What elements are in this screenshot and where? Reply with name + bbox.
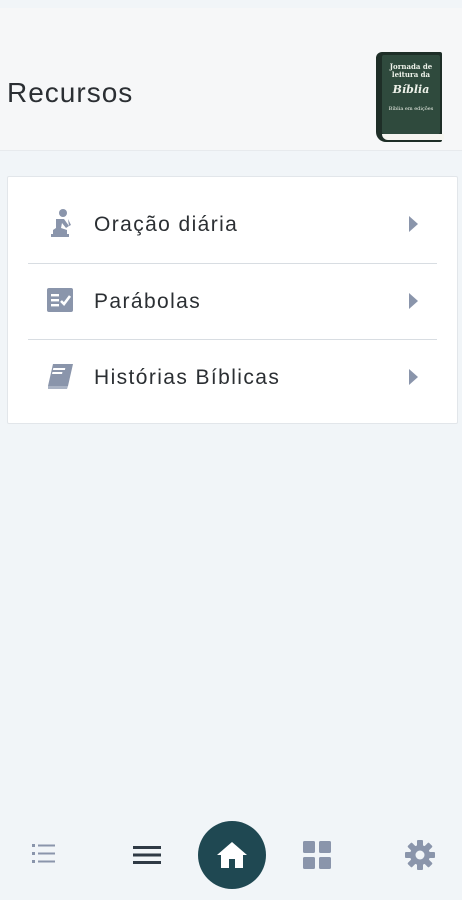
logo-book-cover: Jornada de leitura da Bíblia Bíblia em e… bbox=[382, 55, 440, 134]
resources-list: Oração diária Parábolas Histórias Bíblic… bbox=[7, 176, 458, 424]
checklist-icon bbox=[47, 288, 73, 312]
grid-icon bbox=[303, 841, 331, 869]
nav-menu-button[interactable] bbox=[122, 827, 172, 883]
list-item-label: Histórias Bíblicas bbox=[94, 366, 281, 389]
list-item-label: Parábolas bbox=[94, 290, 202, 313]
nav-home-button[interactable] bbox=[198, 821, 266, 889]
list-item-label: Oração diária bbox=[94, 213, 239, 236]
list-icon bbox=[32, 844, 55, 863]
logo-text-line4: Bíblia em edições bbox=[388, 106, 434, 112]
nav-list-button[interactable] bbox=[19, 827, 69, 883]
logo-text-line2: leitura da bbox=[391, 70, 431, 79]
logo-book-pages bbox=[382, 134, 444, 140]
bottom-navigation bbox=[0, 815, 462, 900]
app-logo[interactable]: Jornada de leitura da Bíblia Bíblia em e… bbox=[376, 52, 444, 144]
logo-text-line3: Bíblia bbox=[392, 83, 430, 96]
nav-grid-button[interactable] bbox=[292, 827, 342, 883]
nav-settings-button[interactable] bbox=[395, 827, 445, 883]
page-title: Recursos bbox=[7, 77, 134, 108]
list-item-parabolas[interactable]: Parábolas bbox=[8, 254, 457, 330]
book-icon bbox=[48, 364, 73, 389]
app-header: Recursos Jornada de leitura da Bíblia Bí… bbox=[0, 8, 462, 151]
list-item-oracao-diaria[interactable]: Oração diária bbox=[8, 177, 457, 253]
list-item-historias-biblicas[interactable]: Histórias Bíblicas bbox=[8, 330, 457, 406]
praying-person-icon bbox=[51, 209, 71, 237]
menu-icon bbox=[133, 846, 161, 864]
chevron-right-icon bbox=[409, 369, 418, 385]
home-icon bbox=[217, 842, 247, 868]
chevron-right-icon bbox=[409, 293, 418, 309]
chevron-right-icon bbox=[409, 216, 418, 232]
settings-icon bbox=[405, 840, 435, 870]
